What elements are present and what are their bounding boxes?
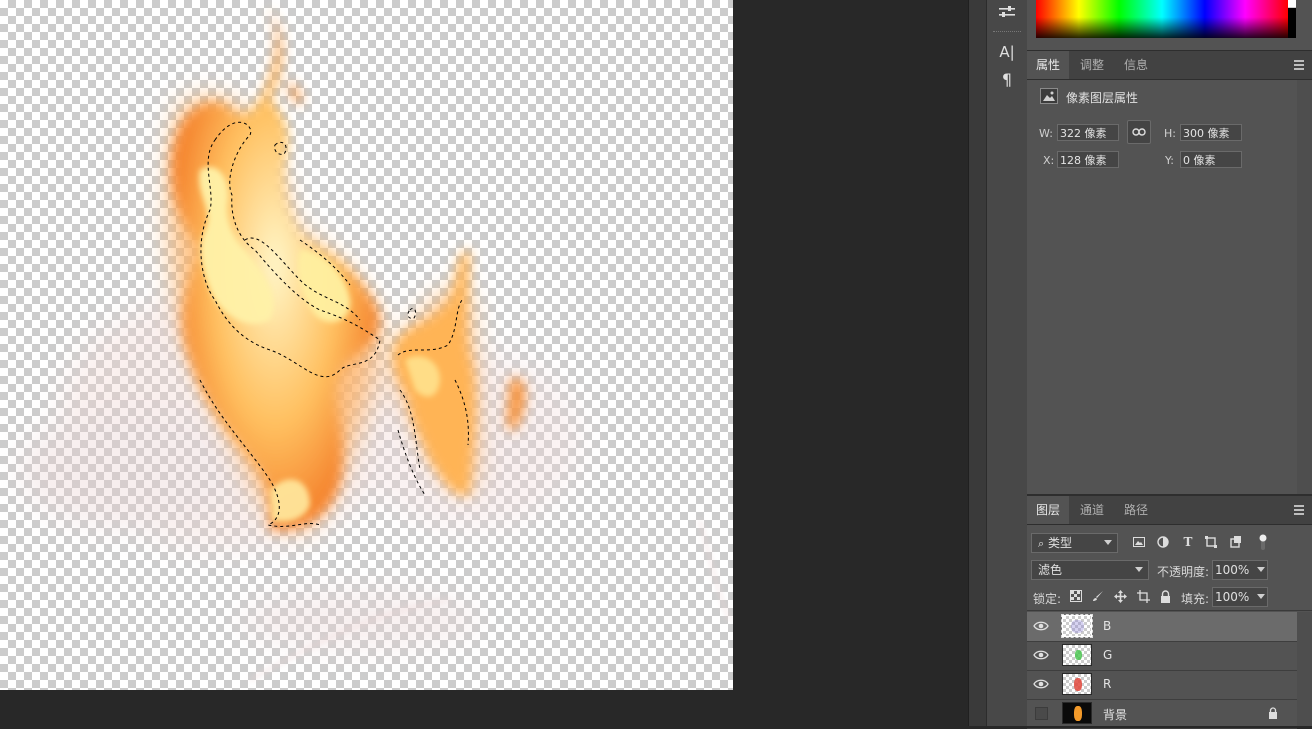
chevron-down-icon[interactable]	[1257, 567, 1265, 572]
layer-name: B	[1103, 619, 1112, 633]
visibility-toggle-off[interactable]	[1035, 707, 1048, 720]
adjustment-filter-icon[interactable]	[1155, 534, 1171, 550]
layers-scrollbar[interactable]	[1297, 612, 1312, 726]
layers-tabbar: 图层 通道 路径	[1027, 496, 1312, 525]
width-field[interactable]: 322 像素	[1057, 124, 1119, 141]
lock-artboard-icon[interactable]	[1136, 589, 1150, 603]
x-field[interactable]: 128 像素	[1057, 151, 1119, 168]
layer-name: R	[1103, 677, 1112, 691]
y-field[interactable]: 0 像素	[1180, 151, 1242, 168]
adjust-sliders-icon[interactable]	[995, 2, 1019, 24]
pasteboard	[0, 690, 733, 726]
collapsed-panel-icons: A| ¶	[986, 0, 1028, 726]
lock-transparent-pixels-icon[interactable]	[1069, 589, 1083, 603]
paragraph-icon[interactable]: ¶	[995, 68, 1019, 90]
shape-filter-icon[interactable]	[1203, 534, 1219, 550]
tab-layers[interactable]: 图层	[1027, 496, 1070, 524]
chevron-down-icon	[1104, 540, 1112, 545]
black-white-ramp[interactable]	[1288, 0, 1296, 38]
thumbnail-tint	[1074, 678, 1082, 691]
layer-name: G	[1103, 648, 1113, 662]
layer-thumbnail	[1061, 614, 1093, 638]
lock-all-icon[interactable]	[1158, 589, 1172, 603]
divider	[993, 31, 1021, 32]
flame-artwork	[20, 0, 732, 682]
properties-scrollbar[interactable]	[1297, 80, 1312, 494]
divider	[1027, 610, 1312, 611]
layer-row-r[interactable]: R	[1027, 670, 1297, 700]
layer-thumbnail	[1062, 644, 1092, 666]
eye-icon[interactable]	[1033, 677, 1049, 691]
search-icon: ⌕	[1038, 537, 1045, 550]
tab-paths[interactable]: 路径	[1115, 496, 1157, 524]
fill-field[interactable]: 100%	[1212, 587, 1268, 607]
image-filter-icon[interactable]	[1131, 534, 1147, 550]
fill-label: 填充:	[1181, 592, 1210, 606]
smart-object-filter-icon[interactable]	[1228, 534, 1244, 550]
fill-value: 100%	[1215, 590, 1250, 604]
chain-link-icon	[1132, 128, 1146, 136]
eye-icon[interactable]	[1033, 619, 1049, 633]
tab-info[interactable]: 信息	[1115, 51, 1157, 79]
layer-row-background[interactable]: 背景	[1027, 699, 1297, 729]
opacity-field[interactable]: 100%	[1212, 560, 1268, 580]
eye-icon[interactable]	[1033, 648, 1049, 662]
lock-position-icon[interactable]	[1113, 589, 1127, 603]
height-label: H:	[1164, 127, 1176, 140]
x-label: X:	[1043, 154, 1055, 167]
link-dimensions-button[interactable]	[1127, 120, 1151, 144]
height-field[interactable]: 300 像素	[1180, 124, 1242, 141]
pasteboard	[733, 0, 968, 726]
chevron-down-icon	[1135, 567, 1143, 572]
color-spectrum[interactable]	[1036, 0, 1288, 38]
panel-dock-gutter	[968, 0, 987, 726]
lock-image-pixels-icon[interactable]	[1091, 589, 1105, 603]
pixel-layer-icon	[1040, 88, 1058, 104]
properties-heading: 像素图层属性	[1066, 91, 1139, 105]
thumbnail-tint	[1074, 706, 1082, 721]
document-canvas[interactable]	[0, 0, 733, 690]
chevron-down-icon[interactable]	[1257, 594, 1265, 599]
layer-thumbnail	[1062, 702, 1092, 724]
thumbnail-tint	[1075, 650, 1082, 660]
character-icon[interactable]: A|	[995, 41, 1019, 63]
opacity-label: 不透明度:	[1157, 565, 1210, 579]
lock-label: 锁定:	[1033, 592, 1062, 606]
layer-filter-dropdown[interactable]: ⌕ 类型	[1031, 533, 1118, 553]
properties-tabbar: 属性 调整 信息	[1027, 51, 1312, 80]
layer-thumbnail	[1062, 673, 1092, 695]
lock-icon	[1269, 707, 1277, 719]
tab-properties[interactable]: 属性	[1027, 51, 1070, 79]
panel-menu-icon[interactable]	[1294, 60, 1304, 70]
y-label: Y:	[1165, 154, 1174, 167]
filter-kind-value: 类型	[1048, 536, 1073, 550]
layer-name: 背景	[1103, 708, 1128, 722]
filter-toggle-icon[interactable]	[1255, 534, 1271, 550]
width-label: W:	[1039, 127, 1053, 140]
blend-mode-value: 滤色	[1038, 563, 1063, 577]
panel-menu-icon[interactable]	[1294, 505, 1304, 515]
opacity-value: 100%	[1215, 563, 1250, 577]
blend-mode-dropdown[interactable]: 滤色	[1031, 560, 1149, 580]
thumbnail-tint	[1071, 620, 1084, 633]
type-filter-icon[interactable]: T	[1180, 534, 1196, 550]
layer-row-g[interactable]: G	[1027, 641, 1297, 671]
tab-adjustments[interactable]: 调整	[1071, 51, 1113, 79]
layer-row-b[interactable]: B	[1027, 612, 1297, 642]
tab-channels[interactable]: 通道	[1071, 496, 1113, 524]
